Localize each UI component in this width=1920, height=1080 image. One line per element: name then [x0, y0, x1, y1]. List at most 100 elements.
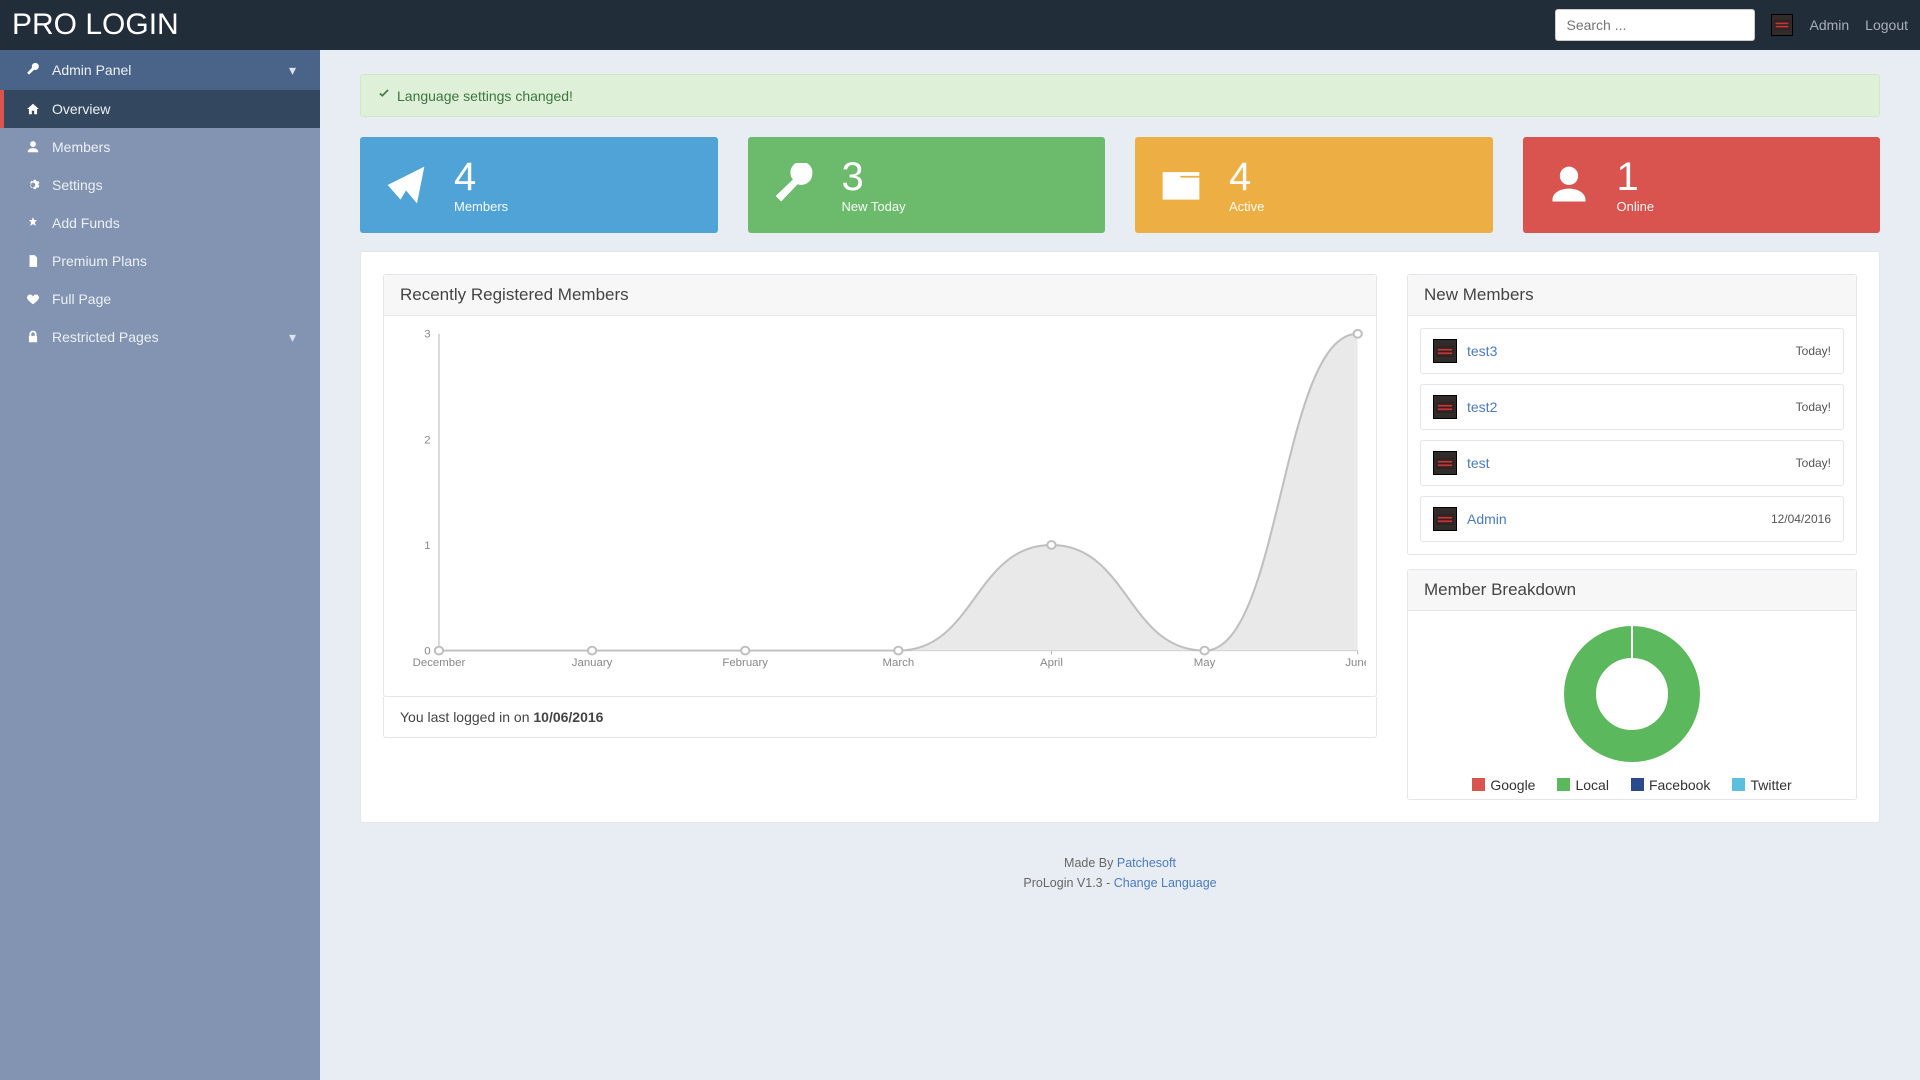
heart-icon: [24, 292, 42, 306]
wrench-icon: [772, 163, 816, 207]
sidebar-item-settings[interactable]: Settings: [0, 166, 320, 204]
member-avatar: [1433, 507, 1457, 531]
lock-icon: [24, 330, 42, 344]
stat-new-today[interactable]: 3 New Today: [748, 137, 1106, 233]
footer-patchesoft-link[interactable]: Patchesoft: [1117, 856, 1176, 870]
sidebar-item-label: Premium Plans: [52, 253, 147, 269]
last-login-date: 10/06/2016: [533, 709, 603, 725]
member-avatar: [1433, 451, 1457, 475]
svg-text:May: May: [1194, 657, 1216, 669]
wrench-icon: [24, 63, 42, 77]
stat-value: 3: [842, 157, 906, 197]
stat-label: Active: [1229, 199, 1264, 214]
user-icon: [24, 140, 42, 154]
sidebar-item-premium-plans[interactable]: Premium Plans: [0, 242, 320, 280]
member-date: Today!: [1796, 456, 1831, 470]
chevron-down-icon: ▾: [289, 329, 296, 346]
svg-text:3: 3: [424, 329, 430, 341]
new-members-panel: New Members test3 Today! test2 Today! te…: [1407, 274, 1857, 555]
folder-icon: [1159, 163, 1203, 207]
topbar: PRO LOGIN Admin Logout: [0, 0, 1920, 50]
stat-members[interactable]: 4 Members: [360, 137, 718, 233]
chart-title: Recently Registered Members: [384, 275, 1376, 316]
member-date: 12/04/2016: [1771, 512, 1831, 526]
last-login-note: You last logged in on 10/06/2016: [383, 697, 1377, 738]
main-content: Language settings changed! 4 Members 3 New…: [320, 50, 1920, 903]
panels-row: Recently Registered Members 0 1 2 3 December…: [360, 251, 1880, 823]
sidebar-item-full-page[interactable]: Full Page: [0, 280, 320, 318]
sidebar-header-label: Admin Panel: [52, 62, 131, 78]
stat-active[interactable]: 4 Active: [1135, 137, 1493, 233]
stat-value: 1: [1617, 157, 1655, 197]
person-icon: [1547, 163, 1591, 207]
footer-made-by: Made By: [1064, 856, 1117, 870]
alert-text: Language settings changed!: [397, 88, 573, 104]
svg-text:1: 1: [424, 540, 430, 552]
new-members-title: New Members: [1408, 275, 1856, 316]
sidebar-item-overview[interactable]: Overview: [0, 90, 320, 128]
member-row: test2 Today!: [1420, 384, 1844, 430]
sidebar-header-admin-panel[interactable]: Admin Panel ▾: [0, 50, 320, 90]
chevron-down-icon: ▾: [289, 62, 296, 79]
topbar-right: Admin Logout: [1555, 9, 1908, 41]
brand-logo: PRO LOGIN: [12, 8, 179, 42]
gear-icon: [24, 178, 42, 192]
breakdown-legend: GoogleLocalFacebookTwitter: [1472, 769, 1791, 795]
sidebar: Admin Panel ▾ Overview Members Settings …: [0, 50, 320, 1080]
user-avatar[interactable]: [1771, 14, 1793, 36]
footer: Made By Patchesoft ProLogin V1.3 - Chang…: [360, 853, 1880, 893]
user-link[interactable]: Admin: [1809, 17, 1849, 33]
svg-text:0: 0: [424, 646, 430, 658]
svg-text:March: March: [882, 657, 914, 669]
svg-text:February: February: [722, 657, 768, 669]
svg-text:December: December: [413, 657, 466, 669]
member-name-link[interactable]: test2: [1467, 399, 1497, 415]
stat-value: 4: [1229, 157, 1264, 197]
footer-version: ProLogin V1.3 -: [1023, 876, 1113, 890]
svg-text:2: 2: [424, 435, 430, 447]
stat-label: New Today: [842, 199, 906, 214]
plus-icon: [24, 216, 42, 230]
svg-text:April: April: [1040, 657, 1063, 669]
sidebar-item-label: Add Funds: [52, 215, 120, 231]
member-name-link[interactable]: Admin: [1467, 511, 1507, 527]
sidebar-item-label: Settings: [52, 177, 103, 193]
member-date: Today!: [1796, 400, 1831, 414]
home-icon: [24, 102, 42, 116]
sidebar-item-label: Members: [52, 139, 110, 155]
stat-label: Members: [454, 199, 508, 214]
member-name-link[interactable]: test: [1467, 455, 1490, 471]
breakdown-title: Member Breakdown: [1408, 570, 1856, 611]
breakdown-donut-chart: [1557, 619, 1707, 769]
stat-online[interactable]: 1 Online: [1523, 137, 1881, 233]
member-name-link[interactable]: test3: [1467, 343, 1497, 359]
chart-panel: Recently Registered Members 0 1 2 3 December…: [383, 274, 1377, 800]
legend-item: Local: [1557, 777, 1608, 793]
member-date: Today!: [1796, 344, 1831, 358]
right-column: New Members test3 Today! test2 Today! te…: [1407, 274, 1857, 800]
sidebar-item-add-funds[interactable]: Add Funds: [0, 204, 320, 242]
svg-text:January: January: [572, 657, 613, 669]
stat-label: Online: [1617, 199, 1655, 214]
sidebar-item-members[interactable]: Members: [0, 128, 320, 166]
member-avatar: [1433, 395, 1457, 419]
member-row: test Today!: [1420, 440, 1844, 486]
paper-plane-icon: [384, 163, 428, 207]
member-avatar: [1433, 339, 1457, 363]
member-row: Admin 12/04/2016: [1420, 496, 1844, 542]
sidebar-item-restricted-pages[interactable]: Restricted Pages ▾: [0, 318, 320, 356]
search-input[interactable]: [1555, 9, 1755, 41]
footer-change-language-link[interactable]: Change Language: [1114, 876, 1217, 890]
stat-cards: 4 Members 3 New Today 4 Active 1 Online: [360, 137, 1880, 233]
member-row: test3 Today!: [1420, 328, 1844, 374]
sidebar-item-label: Overview: [52, 101, 110, 117]
stat-value: 4: [454, 157, 508, 197]
document-icon: [24, 254, 42, 268]
last-login-prefix: You last logged in on: [400, 709, 533, 725]
success-alert: Language settings changed!: [360, 74, 1880, 117]
logout-link[interactable]: Logout: [1865, 17, 1908, 33]
legend-item: Google: [1472, 777, 1535, 793]
registrations-line-chart: 0 1 2 3 December January February March April May…: [412, 324, 1366, 676]
breakdown-panel: Member Breakdown GoogleLocalFacebookTwit…: [1407, 569, 1857, 800]
svg-text:June: June: [1345, 657, 1366, 669]
